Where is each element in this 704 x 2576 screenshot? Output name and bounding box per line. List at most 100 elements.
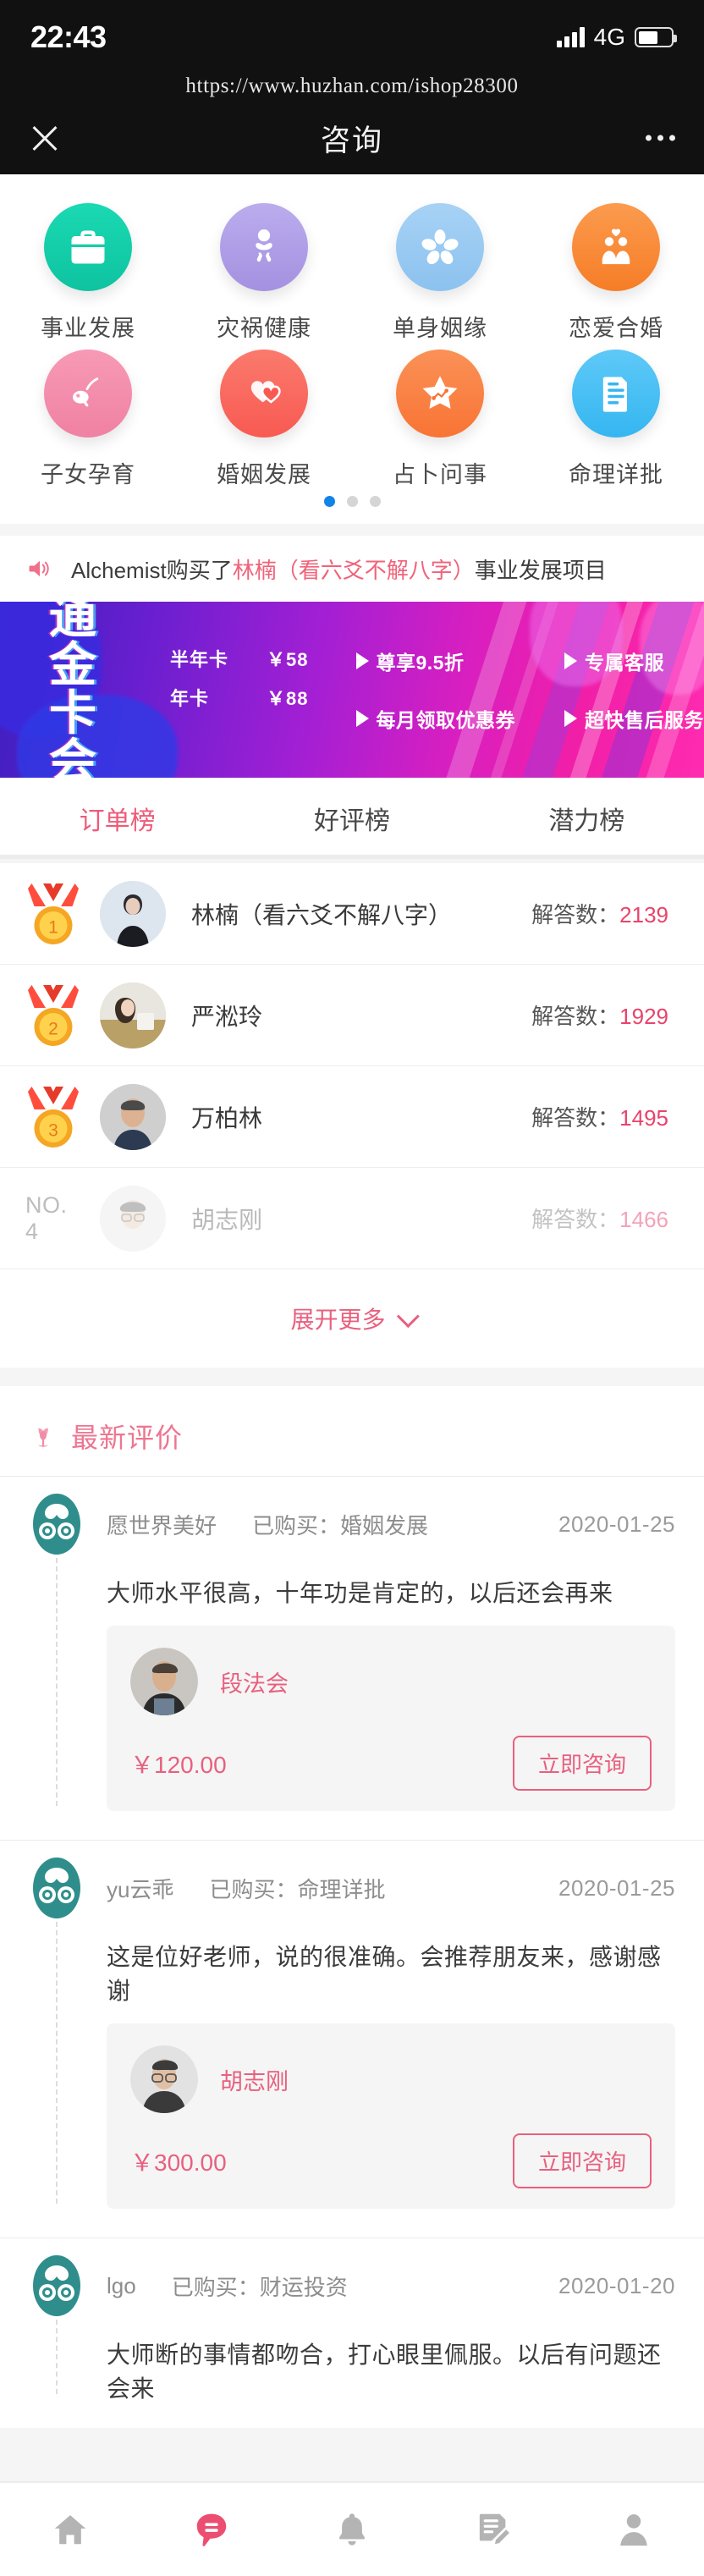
banner-title: 开通 金卡会员 bbox=[49, 602, 148, 778]
speaker-icon bbox=[29, 560, 49, 577]
rank-number: NO. 4 bbox=[25, 1192, 68, 1244]
master-product-card[interactable]: 段法会 ￥120.00 立即咨询 bbox=[107, 1626, 675, 1811]
app-root: 22:43 4G https://www.huzhan.com/ishop283… bbox=[0, 0, 704, 2576]
category-label: 占卜问事 bbox=[393, 462, 487, 487]
page-navbar: 咨询 bbox=[0, 102, 704, 174]
document-lines-icon bbox=[572, 350, 660, 438]
category-label: 命理详批 bbox=[569, 462, 663, 487]
chevron-down-icon bbox=[396, 1304, 420, 1328]
banner-feature: 每月领取优惠券 bbox=[355, 704, 516, 733]
ranking-tabs: 订单榜 好评榜 潜力榜 bbox=[0, 778, 704, 859]
owl-avatar-icon bbox=[33, 1858, 80, 1918]
membership-banner[interactable]: 开通 金卡会员 半年卡 ￥58 年卡 ￥88 尊享9.5折 专属客服 每月领取优… bbox=[0, 602, 704, 778]
battery-icon bbox=[635, 27, 677, 47]
table-row[interactable]: 2 严淞玲 解答数：1929 bbox=[0, 965, 704, 1066]
notice-prefix: Alchemist购买了 bbox=[71, 557, 233, 583]
master-product-card[interactable]: 胡志刚 ￥300.00 立即咨询 bbox=[107, 2023, 675, 2209]
master-name: 胡志刚 bbox=[220, 2068, 289, 2094]
browser-url-bar[interactable]: https://www.huzhan.com/ishop28300 bbox=[0, 74, 704, 102]
table-row[interactable]: NO. 4 胡志刚 解答数：1466 bbox=[0, 1168, 704, 1269]
review-date: 2020-01-20 bbox=[558, 2272, 675, 2298]
review-body: 大师断的事情都吻合，打心眼里佩服。以后有问题还会来 bbox=[107, 2318, 675, 2421]
nav-item-messages[interactable] bbox=[140, 2510, 281, 2549]
nav-item-notifications[interactable] bbox=[282, 2510, 422, 2549]
category-row-2: 子女孕育 婚姻发展 占卜问事 命理详批 bbox=[0, 350, 704, 489]
category-label: 单身姻缘 bbox=[393, 316, 487, 341]
triangle-icon bbox=[355, 652, 369, 669]
answer-count: 解答数：1495 bbox=[531, 1101, 668, 1132]
tab-praise-ranking[interactable]: 好评榜 bbox=[234, 778, 469, 859]
review-date: 2020-01-25 bbox=[558, 1874, 675, 1901]
message-bubble-icon bbox=[196, 2513, 226, 2546]
banner-feature: 专属客服 bbox=[564, 647, 704, 675]
review-header: lgo 已购买：财运投资 2020-01-20 bbox=[29, 2254, 675, 2318]
metric-value: 1929 bbox=[619, 1004, 668, 1029]
table-row[interactable]: 1 林楠（看六爻不解八字） 解答数：2139 bbox=[0, 863, 704, 965]
svg-text:3: 3 bbox=[48, 1120, 58, 1140]
feature-label: 超快售后服务 bbox=[585, 709, 704, 731]
nav-item-home[interactable] bbox=[0, 2510, 140, 2549]
close-icon[interactable] bbox=[29, 122, 61, 154]
url-text: https://www.huzhan.com/ishop28300 bbox=[185, 74, 519, 97]
avatar bbox=[100, 1185, 166, 1252]
owl-avatar-icon bbox=[33, 1494, 80, 1555]
expand-more-button[interactable]: 展开更多 bbox=[0, 1269, 704, 1368]
tabs-underline bbox=[0, 855, 704, 859]
metric-label: 解答数： bbox=[531, 902, 620, 927]
category-item-career[interactable]: 事业发展 bbox=[0, 203, 176, 343]
banner-feature: 超快售后服务 bbox=[564, 704, 704, 733]
price-value: ￥120.00 bbox=[130, 1751, 227, 1778]
category-label: 灾祸健康 bbox=[217, 316, 311, 341]
review-purchased: 已购买：财运投资 bbox=[172, 2271, 348, 2302]
tulip-icon bbox=[38, 1428, 48, 1447]
consult-now-button[interactable]: 立即咨询 bbox=[512, 1736, 652, 1791]
metric-label: 解答数： bbox=[531, 1207, 620, 1232]
list-item: lgo 已购买：财运投资 2020-01-20 大师断的事情都吻合，打心眼里佩服… bbox=[0, 2237, 704, 2428]
master-name: 胡志刚 bbox=[191, 1206, 263, 1233]
master-name: 林楠（看六爻不解八字） bbox=[191, 901, 453, 928]
category-item-love-marriage[interactable]: 恋爱合婚 bbox=[528, 203, 704, 343]
category-item-single-marriage[interactable]: 单身姻缘 bbox=[352, 203, 528, 343]
price-value: ￥58 bbox=[267, 649, 309, 670]
avatar bbox=[130, 2045, 198, 2113]
feature-label: 尊享9.5折 bbox=[376, 652, 465, 674]
briefcase-icon bbox=[44, 203, 132, 291]
master-name: 段法会 bbox=[220, 1671, 289, 1697]
pager-dot-2[interactable] bbox=[346, 496, 358, 507]
thread-line bbox=[56, 1558, 58, 1806]
metric-label: 解答数： bbox=[531, 1105, 620, 1131]
purchased-category: 命理详批 bbox=[297, 1876, 386, 1902]
category-item-health[interactable]: 灾祸健康 bbox=[176, 203, 352, 343]
more-dots-icon[interactable] bbox=[646, 135, 675, 141]
consult-now-button[interactable]: 立即咨询 bbox=[512, 2133, 652, 2188]
purchased-label: 已购买： bbox=[171, 2274, 260, 2300]
nav-item-orders[interactable] bbox=[422, 2510, 563, 2549]
category-item-fate-analysis[interactable]: 命理详批 bbox=[528, 350, 704, 489]
master-price-row: ￥120.00 立即咨询 bbox=[130, 1736, 652, 1791]
category-item-marriage-dev[interactable]: 婚姻发展 bbox=[176, 350, 352, 489]
home-icon bbox=[54, 2515, 86, 2545]
category-item-children[interactable]: 子女孕育 bbox=[0, 350, 176, 489]
section-divider bbox=[0, 1368, 704, 1386]
pager-dot-1[interactable] bbox=[323, 496, 335, 507]
answer-count: 解答数：2139 bbox=[531, 898, 668, 929]
category-item-divination[interactable]: 占卜问事 bbox=[352, 350, 528, 489]
purchase-notice-bar[interactable]: Alchemist购买了林楠（看六爻不解八字）事业发展项目 bbox=[0, 536, 704, 602]
nav-item-profile[interactable] bbox=[564, 2510, 704, 2549]
purchased-category: 婚姻发展 bbox=[340, 1512, 429, 1538]
pager-dot-3[interactable] bbox=[369, 496, 381, 507]
carousel-pager[interactable] bbox=[0, 496, 704, 507]
review-header: 愿世界美好 已购买：婚姻发展 2020-01-25 bbox=[29, 1492, 675, 1556]
network-type-label: 4G bbox=[593, 24, 625, 50]
status-indicators: 4G bbox=[556, 24, 677, 51]
tab-potential-ranking[interactable]: 潜力榜 bbox=[470, 778, 704, 859]
list-item: yu云乖 已购买：命理详批 2020-01-25 这是位好老师，说的很准确。会推… bbox=[0, 1840, 704, 2237]
price-name: 年卡 bbox=[170, 688, 210, 709]
signal-bars-icon bbox=[556, 27, 585, 47]
tab-order-ranking[interactable]: 订单榜 bbox=[0, 778, 234, 859]
list-item: 愿世界美好 已购买：婚姻发展 2020-01-25 大师水平很高，十年功是肯定的… bbox=[0, 1476, 704, 1840]
medal-gold-icon: 1 bbox=[25, 881, 81, 947]
review-text: 大师断的事情都吻合，打心眼里佩服。以后有问题还会来 bbox=[107, 2342, 662, 2402]
page-title: 咨询 bbox=[320, 124, 383, 157]
table-row[interactable]: 3 万柏林 解答数：1495 bbox=[0, 1066, 704, 1168]
